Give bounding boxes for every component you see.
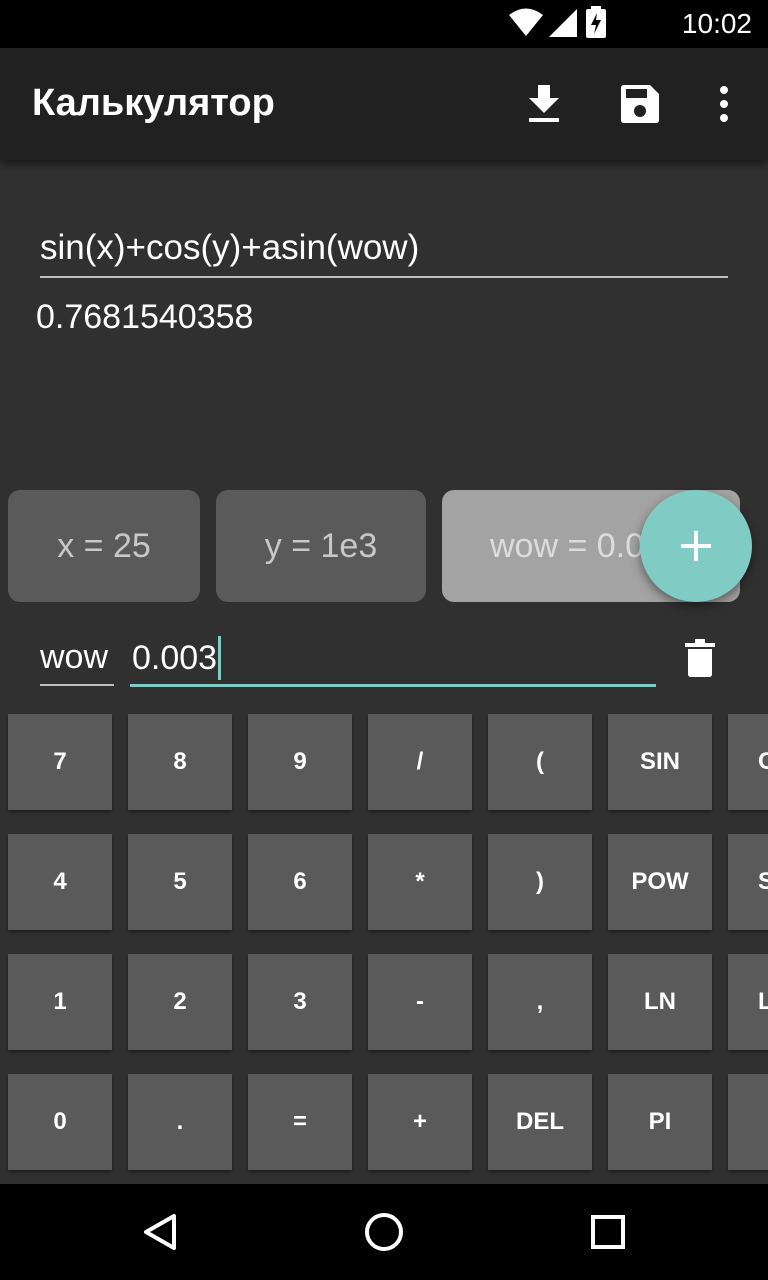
key-label: . xyxy=(176,1108,184,1135)
key-label: 0 xyxy=(53,1108,67,1135)
key-0-0[interactable]: 7 xyxy=(8,714,112,810)
variable-chip-label: wow = 0.0 xyxy=(490,526,645,565)
home-icon xyxy=(365,1213,403,1251)
key-3-0[interactable]: 0 xyxy=(8,1074,112,1170)
plus-icon xyxy=(681,531,711,561)
home-button[interactable] xyxy=(360,1208,408,1256)
key-1-5[interactable]: POW xyxy=(608,834,712,930)
download-button[interactable] xyxy=(520,80,568,128)
key-2-1[interactable]: 2 xyxy=(128,954,232,1050)
key-label: 4 xyxy=(53,868,67,895)
key-label: SC xyxy=(758,868,768,895)
back-icon xyxy=(144,1214,176,1250)
key-label: 9 xyxy=(293,748,307,775)
key-1-2[interactable]: 6 xyxy=(248,834,352,930)
key-0-3[interactable]: / xyxy=(368,714,472,810)
variable-value-text: 0.003 xyxy=(132,638,218,677)
key-0-2[interactable]: 9 xyxy=(248,714,352,810)
variable-chip-y[interactable]: y = 1e3 xyxy=(216,490,426,602)
key-3-6[interactable] xyxy=(728,1074,768,1170)
key-label: 1 xyxy=(53,988,67,1015)
key-label: = xyxy=(292,1108,307,1135)
more-options-button[interactable] xyxy=(700,80,748,128)
key-label: LN xyxy=(644,988,676,1015)
key-label: ) xyxy=(536,868,544,895)
app-bar: Калькулятор xyxy=(0,48,768,160)
trash-icon xyxy=(685,639,715,677)
result-value: 0.7681540358 xyxy=(36,298,254,336)
key-label: 7 xyxy=(53,748,67,775)
key-1-4[interactable]: ) xyxy=(488,834,592,930)
key-label: 5 xyxy=(173,868,187,895)
variable-name-text: wow xyxy=(40,638,109,676)
key-0-1[interactable]: 8 xyxy=(128,714,232,810)
key-label: / xyxy=(416,748,424,775)
navigation-bar xyxy=(0,1184,768,1280)
key-label: DEL xyxy=(516,1108,564,1135)
key-3-4[interactable]: DEL xyxy=(488,1074,592,1170)
variable-chip-label: x = 25 xyxy=(57,526,151,565)
battery-charging-icon xyxy=(586,6,606,38)
key-label: 8 xyxy=(173,748,187,775)
key-label: , xyxy=(536,988,544,1015)
main-content: sin(x)+cos(y)+asin(wow) 0.7681540358 x =… xyxy=(0,160,768,1184)
key-1-0[interactable]: 4 xyxy=(8,834,112,930)
key-0-6[interactable]: C xyxy=(728,714,768,810)
key-0-4[interactable]: ( xyxy=(488,714,592,810)
delete-variable-button[interactable] xyxy=(676,632,724,684)
key-2-3[interactable]: - xyxy=(368,954,472,1050)
app-title: Калькулятор xyxy=(32,82,275,124)
key-label: SIN xyxy=(639,748,680,775)
key-2-4[interactable]: , xyxy=(488,954,592,1050)
key-3-3[interactable]: + xyxy=(368,1074,472,1170)
key-label: + xyxy=(412,1108,427,1135)
expression-input[interactable]: sin(x)+cos(y)+asin(wow) xyxy=(40,224,728,278)
save-button[interactable] xyxy=(616,80,664,128)
expression-text: sin(x)+cos(y)+asin(wow) xyxy=(40,228,420,267)
add-variable-button[interactable] xyxy=(640,490,752,602)
status-time: 10:02 xyxy=(681,8,752,39)
recents-icon xyxy=(591,1215,625,1249)
key-label: * xyxy=(415,868,425,895)
key-2-2[interactable]: 3 xyxy=(248,954,352,1050)
key-3-2[interactable]: = xyxy=(248,1074,352,1170)
key-label: 3 xyxy=(293,988,307,1015)
key-0-5[interactable]: SIN xyxy=(608,714,712,810)
text-cursor xyxy=(218,636,222,680)
key-label: 6 xyxy=(293,868,307,895)
signal-icon xyxy=(549,9,577,37)
download-icon xyxy=(529,85,559,122)
variable-name-input[interactable]: wow xyxy=(40,632,114,686)
wifi-icon xyxy=(509,8,543,36)
key-label: PI xyxy=(648,1108,672,1135)
back-button[interactable] xyxy=(136,1208,184,1256)
key-1-6[interactable]: SC xyxy=(728,834,768,930)
key-2-6[interactable]: L xyxy=(728,954,768,1050)
variable-chip-x[interactable]: x = 25 xyxy=(8,490,200,602)
key-2-5[interactable]: LN xyxy=(608,954,712,1050)
key-3-1[interactable]: . xyxy=(128,1074,232,1170)
key-label: POW xyxy=(631,868,689,895)
key-1-1[interactable]: 5 xyxy=(128,834,232,930)
key-label: 2 xyxy=(173,988,187,1015)
key-1-3[interactable]: * xyxy=(368,834,472,930)
recents-button[interactable] xyxy=(584,1208,632,1256)
save-icon xyxy=(621,85,659,123)
variable-value-input[interactable]: 0.003 xyxy=(130,632,656,687)
key-3-5[interactable]: PI xyxy=(608,1074,712,1170)
key-label: L xyxy=(758,988,768,1015)
status-bar: 10:02 xyxy=(0,0,768,48)
key-2-0[interactable]: 1 xyxy=(8,954,112,1050)
key-label: ( xyxy=(536,748,544,775)
variable-chip-label: y = 1e3 xyxy=(264,526,378,565)
more-vert-icon xyxy=(720,86,728,122)
key-label: C xyxy=(758,748,768,775)
key-label: - xyxy=(416,988,424,1015)
